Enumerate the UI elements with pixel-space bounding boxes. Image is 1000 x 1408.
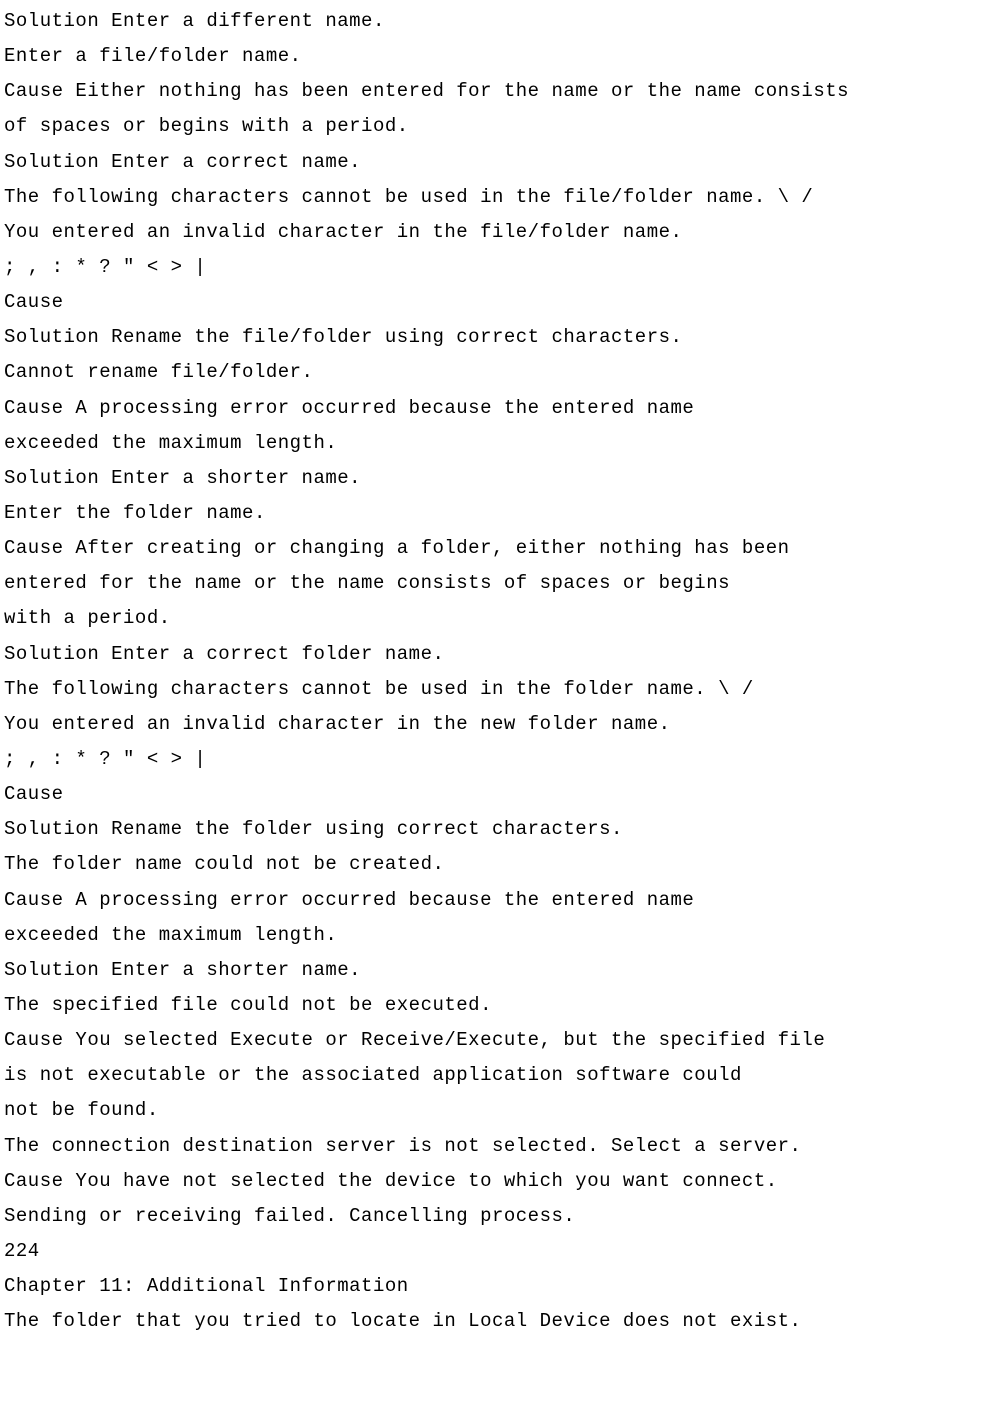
text-line: of spaces or begins with a period. (4, 109, 1000, 144)
text-line: Cannot rename file/folder. (4, 355, 1000, 390)
text-line: Solution Enter a shorter name. (4, 461, 1000, 496)
text-line: Solution Rename the folder using correct… (4, 812, 1000, 847)
text-line: Solution Enter a correct name. (4, 145, 1000, 180)
text-line: Enter a file/folder name. (4, 39, 1000, 74)
text-line: Chapter 11: Additional Information (4, 1269, 1000, 1304)
text-line: ; , : * ? " < > | (4, 742, 1000, 777)
text-line: 224 (4, 1234, 1000, 1269)
text-line: You entered an invalid character in the … (4, 215, 1000, 250)
text-line: Solution Enter a shorter name. (4, 953, 1000, 988)
document-body: Solution Enter a different name.Enter a … (4, 4, 1000, 1339)
text-line: entered for the name or the name consist… (4, 566, 1000, 601)
text-line: Solution Enter a different name. (4, 4, 1000, 39)
text-line: Cause After creating or changing a folde… (4, 531, 1000, 566)
text-line: Cause You have not selected the device t… (4, 1164, 1000, 1199)
text-line: The specified file could not be executed… (4, 988, 1000, 1023)
text-line: exceeded the maximum length. (4, 426, 1000, 461)
text-line: The folder name could not be created. (4, 847, 1000, 882)
text-line: Cause Either nothing has been entered fo… (4, 74, 1000, 109)
text-line: Solution Rename the file/folder using co… (4, 320, 1000, 355)
text-line: Cause (4, 285, 1000, 320)
text-line: Cause You selected Execute or Receive/Ex… (4, 1023, 1000, 1058)
text-line: ; , : * ? " < > | (4, 250, 1000, 285)
text-line: The connection destination server is not… (4, 1129, 1000, 1164)
text-line: is not executable or the associated appl… (4, 1058, 1000, 1093)
text-line: You entered an invalid character in the … (4, 707, 1000, 742)
text-line: The following characters cannot be used … (4, 672, 1000, 707)
text-line: Cause A processing error occurred becaus… (4, 883, 1000, 918)
text-line: not be found. (4, 1093, 1000, 1128)
text-line: Cause (4, 777, 1000, 812)
text-line: The folder that you tried to locate in L… (4, 1304, 1000, 1339)
text-line: Solution Enter a correct folder name. (4, 637, 1000, 672)
text-line: The following characters cannot be used … (4, 180, 1000, 215)
text-line: Cause A processing error occurred becaus… (4, 391, 1000, 426)
text-line: Sending or receiving failed. Cancelling … (4, 1199, 1000, 1234)
text-line: Enter the folder name. (4, 496, 1000, 531)
text-line: with a period. (4, 601, 1000, 636)
text-line: exceeded the maximum length. (4, 918, 1000, 953)
